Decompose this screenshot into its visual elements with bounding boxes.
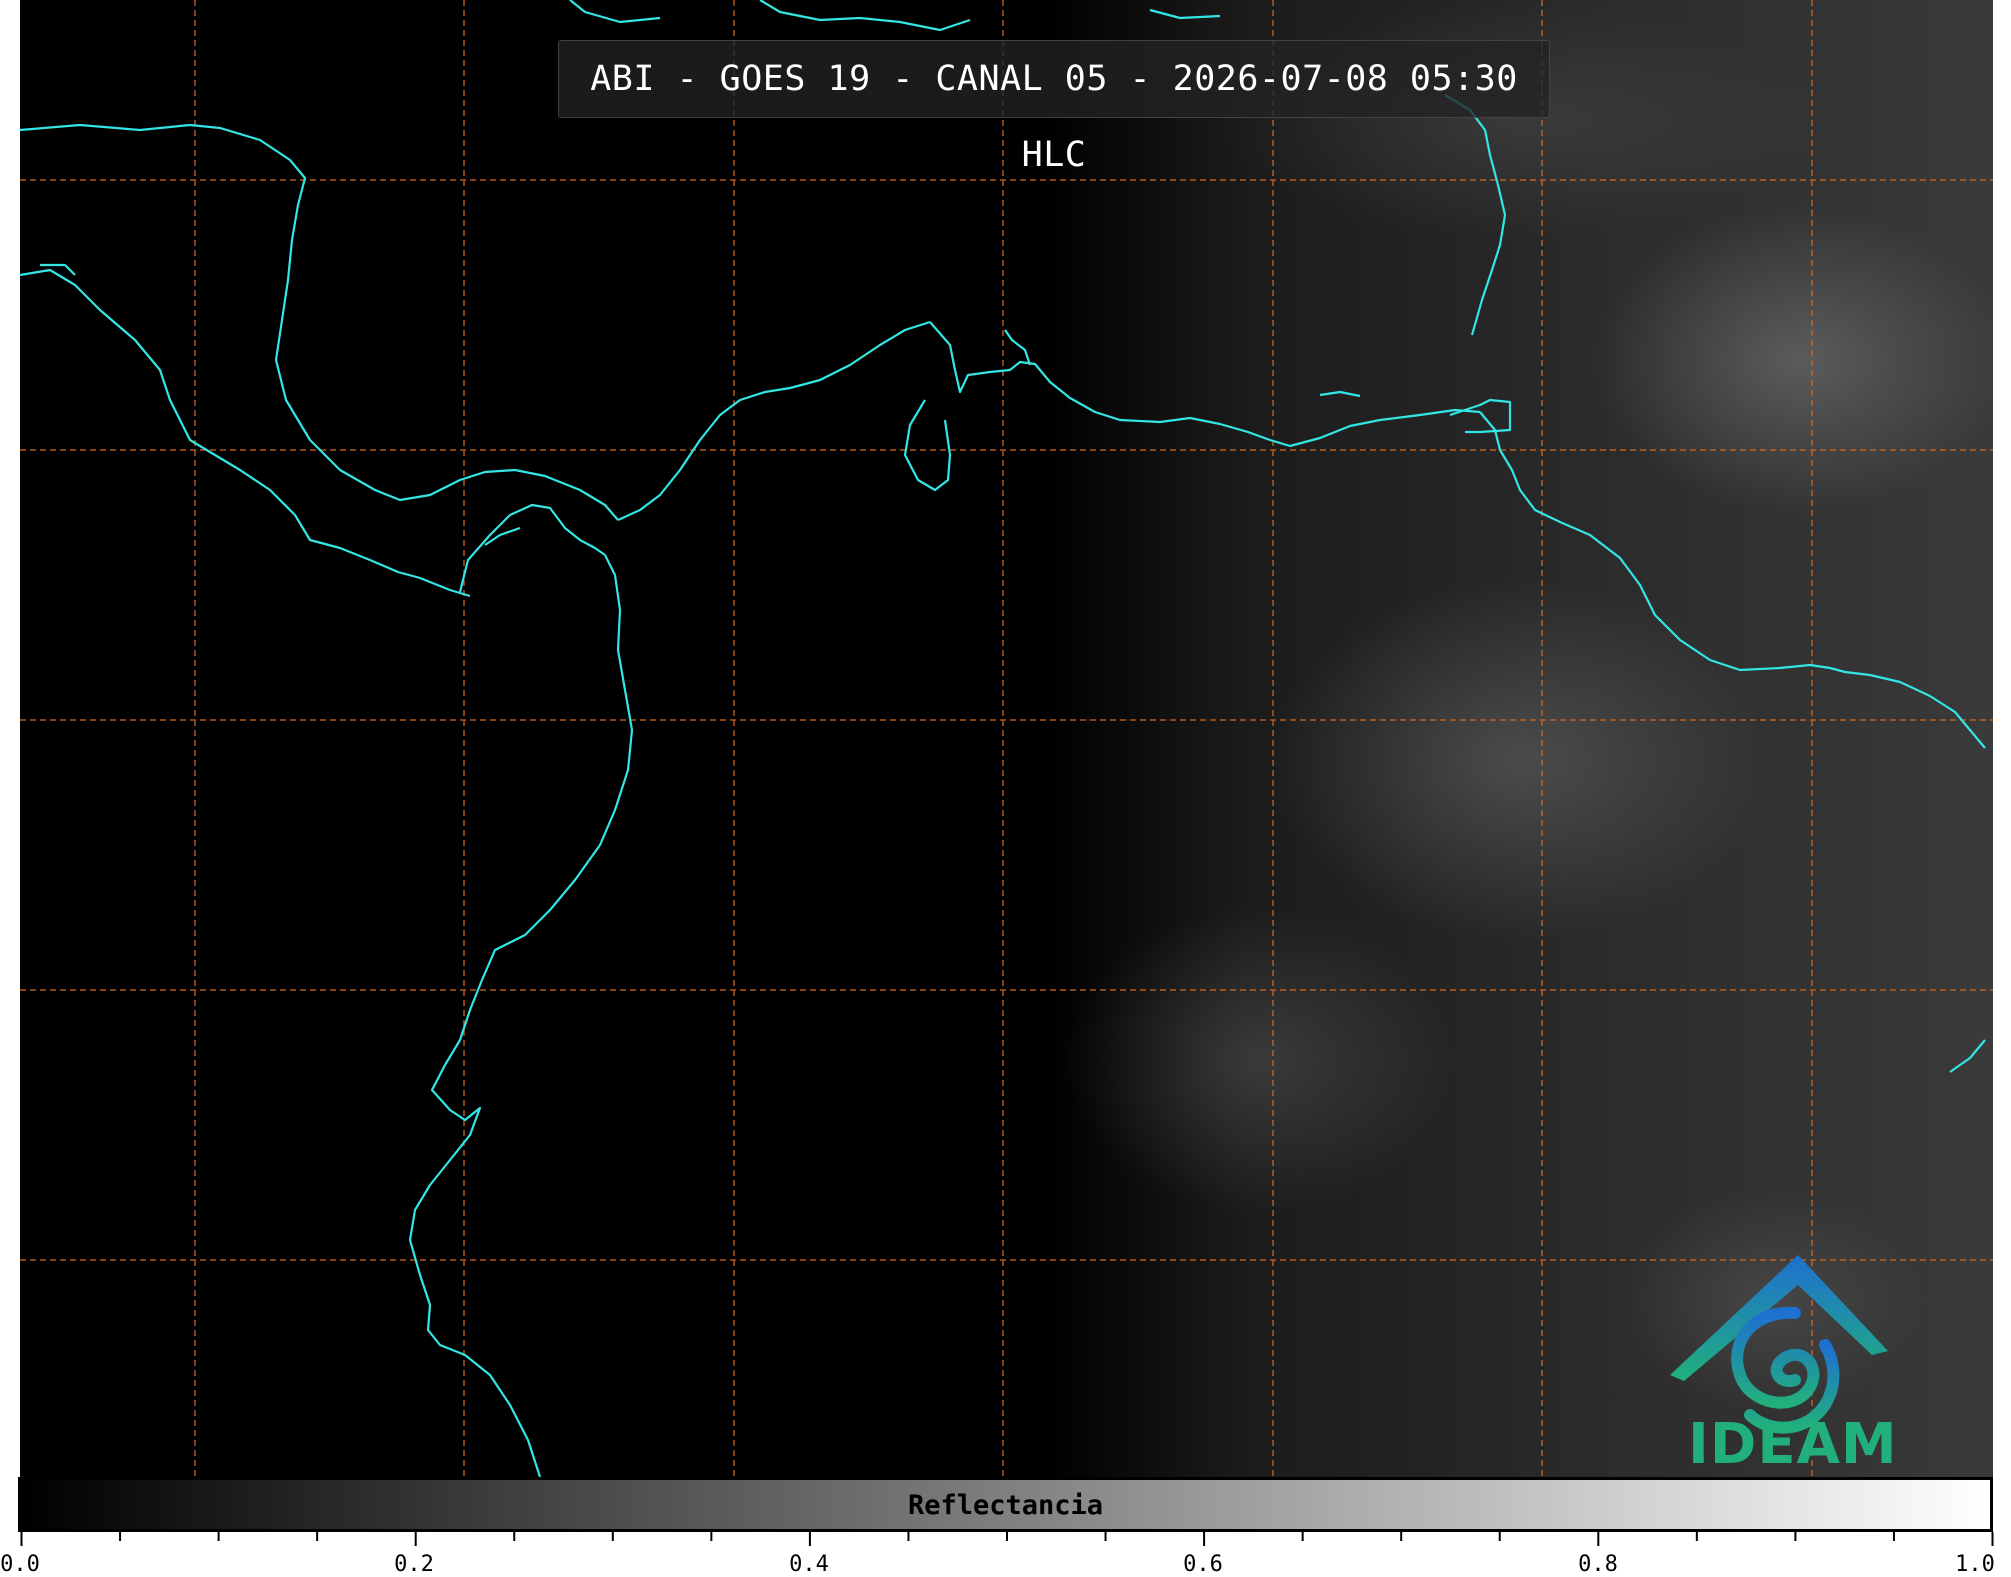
- coastline-gulf-of-uraba: [484, 526, 521, 546]
- coastline-central-america-pacific: [20, 268, 471, 598]
- coastline-aruba-curacao: [1319, 390, 1361, 398]
- ideam-logo-text: IDEAM: [1688, 1412, 1898, 1477]
- coastline-hispaniola: [759, 0, 971, 32]
- coastline-brazil: [1949, 1039, 1986, 1073]
- colorbar-tick-label: 0.8: [1578, 1552, 1618, 1577]
- coastline-colombia-pacific: [408, 554, 634, 1477]
- colorbar: Reflectancia: [18, 1477, 1993, 1532]
- colorbar-tick-label: 0.4: [789, 1552, 829, 1577]
- coastline-maracaibo: [903, 399, 952, 492]
- coastline-trinidad: [1449, 398, 1512, 434]
- colorbar-label: Reflectancia: [907, 1490, 1104, 1521]
- map-title: ABI - GOES 19 - CANAL 05 - 2026-07-08 05…: [558, 40, 1550, 175]
- coastline-panama: [458, 503, 606, 593]
- coastline-central-america-north: [20, 123, 619, 521]
- coastline-venezuela: [1479, 411, 1986, 749]
- coastline-cuba: [569, 0, 661, 24]
- coastline-panama-north: [617, 320, 931, 522]
- coastline-puerto-rico: [1149, 8, 1221, 20]
- colorbar-tick-label: 0.2: [394, 1552, 434, 1577]
- colorbar-tick-label: 0.6: [1183, 1552, 1223, 1577]
- colorbar-ticks: [20, 1532, 1994, 1546]
- coastline-la-guajira: [1004, 329, 1032, 366]
- colorbar-tick-label: 0.0: [0, 1552, 40, 1577]
- coastline-lesser-antilles: [1444, 94, 1507, 336]
- colorbar-tick-label: 1.0: [1955, 1552, 1995, 1577]
